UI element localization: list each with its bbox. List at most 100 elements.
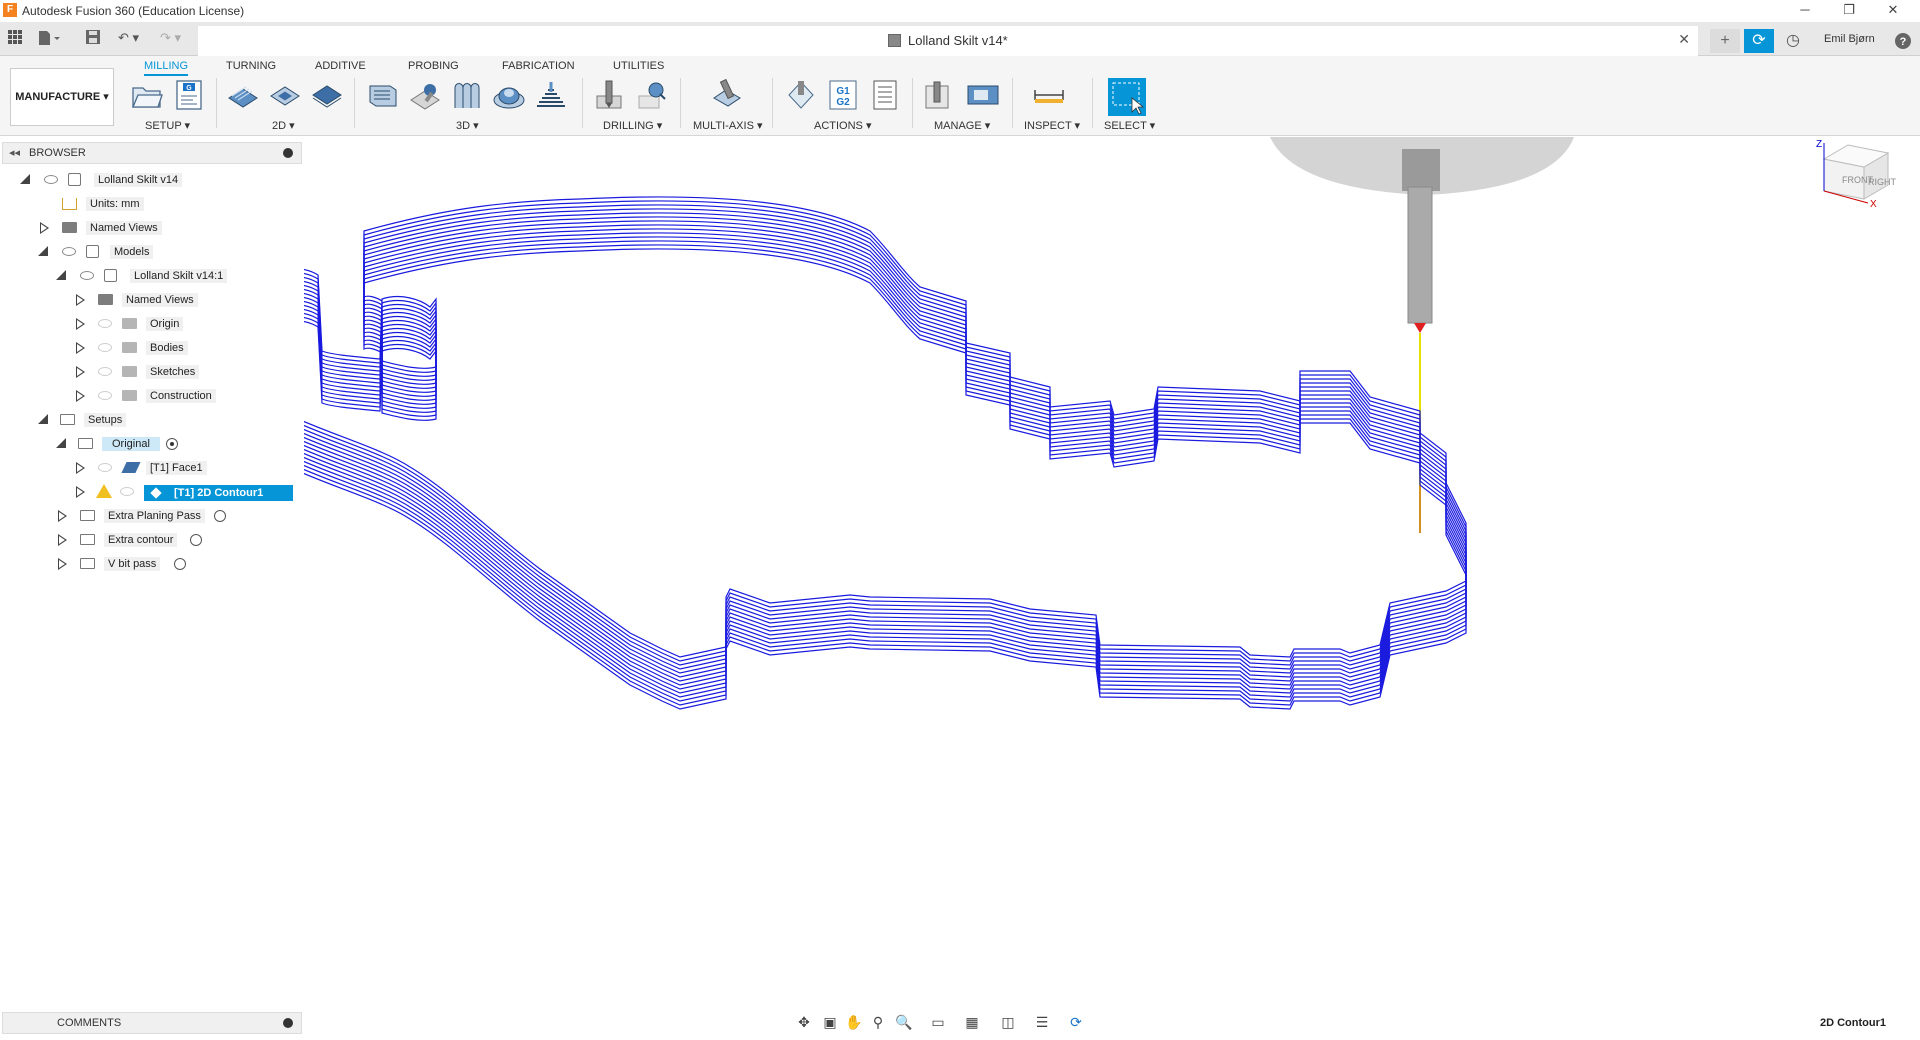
machine-library-icon[interactable] [966,78,1000,112]
tree-item-operation-2d-contour[interactable]: [T1] 2D Contour1 [0,482,300,502]
look-at-icon[interactable]: ▣ [820,1014,840,1034]
simulate-icon[interactable] [784,78,818,112]
viewports-icon[interactable]: ◫ [998,1014,1018,1034]
tree-item-model-instance[interactable]: Lolland Skilt v14:1 [0,266,300,286]
close-tab-icon[interactable]: ✕ [1678,31,1690,48]
undo-icon[interactable]: ↶ ▾ [118,30,139,48]
visibility-eye-icon[interactable] [62,247,76,256]
tree-item-construction[interactable]: Construction [0,386,300,406]
tree-item-models[interactable]: Models [0,242,300,262]
collapse-arrow-icon[interactable] [56,270,66,280]
section-analysis-icon[interactable]: ☰ [1032,1014,1052,1034]
tool-library-icon[interactable] [922,78,956,112]
view-cube[interactable]: FRONT RIGHT Z X [1816,139,1897,210]
help-icon[interactable]: ? [1888,29,1918,53]
contour-3d-icon[interactable] [534,78,568,112]
group-select[interactable]: SELECT ▾ [1104,119,1155,132]
expand-arrow-icon[interactable] [58,534,67,546]
expand-arrow-icon[interactable] [76,342,85,354]
collapse-panel-icon[interactable]: ◂◂ [9,146,20,159]
tree-item-named-views[interactable]: Named Views [0,290,300,310]
restore-icon[interactable]: ❐ [1834,2,1864,20]
add-comment-icon[interactable] [283,1018,293,1028]
parallel-icon[interactable] [450,78,484,112]
hidden-eye-icon[interactable] [98,319,112,328]
job-status-icon[interactable]: ⟳ [1744,29,1774,53]
tree-item-setups[interactable]: Setups [0,410,300,430]
new-setup-folder-icon[interactable] [130,78,164,112]
tree-item-setup-extra-planing[interactable]: Extra Planing Pass [0,506,300,526]
tree-item-setup-v-bit-pass[interactable]: V bit pass [0,554,300,574]
close-window-icon[interactable]: ✕ [1878,2,1908,20]
minimize-icon[interactable]: ─ [1790,2,1820,20]
expand-arrow-icon[interactable] [58,558,67,570]
scallop-icon[interactable] [492,78,526,112]
comments-panel[interactable]: COMMENTS [2,1012,302,1034]
tab-utilities[interactable]: UTILITIES [613,60,664,72]
measure-icon[interactable] [1032,78,1066,112]
new-tab-plus-icon[interactable]: + [1710,29,1740,53]
tab-fabrication[interactable]: FABRICATION [502,60,575,72]
file-menu-icon[interactable] [38,30,62,48]
tab-turning[interactable]: TURNING [226,60,276,72]
hidden-eye-icon[interactable] [98,463,112,472]
hidden-eye-icon[interactable] [98,367,112,376]
3d-adaptive-icon[interactable] [366,78,400,112]
collapse-arrow-icon[interactable] [56,438,66,448]
zoom-icon[interactable]: ⚲ [868,1014,888,1034]
tree-item-operation-face[interactable]: [T1] Face1 [0,458,300,478]
grid-settings-icon[interactable]: ▦ [962,1014,982,1034]
setup-radio-icon[interactable] [214,510,226,522]
drill-icon[interactable] [592,78,626,112]
expand-arrow-icon[interactable] [76,462,85,474]
expand-arrow-icon[interactable] [76,294,85,306]
select-icon[interactable] [1108,78,1146,116]
3d-pocket-icon[interactable] [408,78,442,112]
redo-icon[interactable]: ↷ ▾ [160,30,181,48]
group-3d[interactable]: 3D ▾ [456,119,479,132]
browser-header[interactable]: ◂◂ BROWSER [2,142,302,164]
tree-item-sketches[interactable]: Sketches [0,362,300,382]
collapse-arrow-icon[interactable] [38,414,48,424]
group-drilling[interactable]: DRILLING ▾ [603,119,662,132]
group-setup[interactable]: SETUP ▾ [145,119,190,132]
pan-hand-icon[interactable]: ✋ [844,1014,864,1034]
2d-adaptive-clearing-icon[interactable] [226,78,260,112]
setup-radio-icon[interactable] [174,558,186,570]
tab-additive[interactable]: ADDITIVE [315,60,366,72]
expand-arrow-icon[interactable] [76,390,85,402]
refresh-view-icon[interactable]: ⟳ [1066,1014,1086,1034]
expand-arrow-icon[interactable] [40,222,49,234]
collapse-arrow-icon[interactable] [38,246,48,256]
tree-item-units[interactable]: Units: mm [0,194,300,214]
display-settings-icon[interactable]: ▭ [928,1014,948,1034]
nc-program-icon[interactable]: G [172,78,206,112]
tree-item-setup-extra-contour[interactable]: Extra contour [0,530,300,550]
tab-probing[interactable]: PROBING [408,60,459,72]
group-inspect[interactable]: INSPECT ▾ [1024,119,1080,132]
user-name[interactable]: Emil Bjørn [1824,33,1875,45]
collapse-arrow-icon[interactable] [20,174,30,184]
3d-viewport[interactable]: FRONT RIGHT Z X [249,137,1920,1007]
multi-axis-icon[interactable] [710,78,744,112]
expand-arrow-icon[interactable] [76,366,85,378]
visibility-eye-icon[interactable] [80,271,94,280]
expand-arrow-icon[interactable] [76,486,85,498]
setup-radio-icon[interactable] [190,534,202,546]
tree-item-setup-original[interactable]: Original [0,434,300,454]
document-tab[interactable]: Lolland Skilt v14* ✕ [198,26,1698,56]
hole-recognition-icon[interactable] [634,78,668,112]
tree-root-document[interactable]: Lolland Skilt v14 [0,170,300,190]
pin-panel-icon[interactable] [283,148,293,158]
group-multi-axis[interactable]: MULTI-AXIS ▾ [693,119,763,132]
setup-sheet-icon[interactable] [868,78,902,112]
tab-milling[interactable]: MILLING [144,60,189,76]
orbit-icon[interactable]: ✥ [794,1014,814,1034]
hidden-eye-icon[interactable] [98,391,112,400]
post-process-icon[interactable]: G1 G2 [826,78,860,112]
tree-item-bodies[interactable]: Bodies [0,338,300,358]
hidden-eye-icon[interactable] [120,487,134,496]
expand-arrow-icon[interactable] [58,510,67,522]
apps-grid-icon[interactable] [8,30,22,48]
group-2d[interactable]: 2D ▾ [272,119,295,132]
